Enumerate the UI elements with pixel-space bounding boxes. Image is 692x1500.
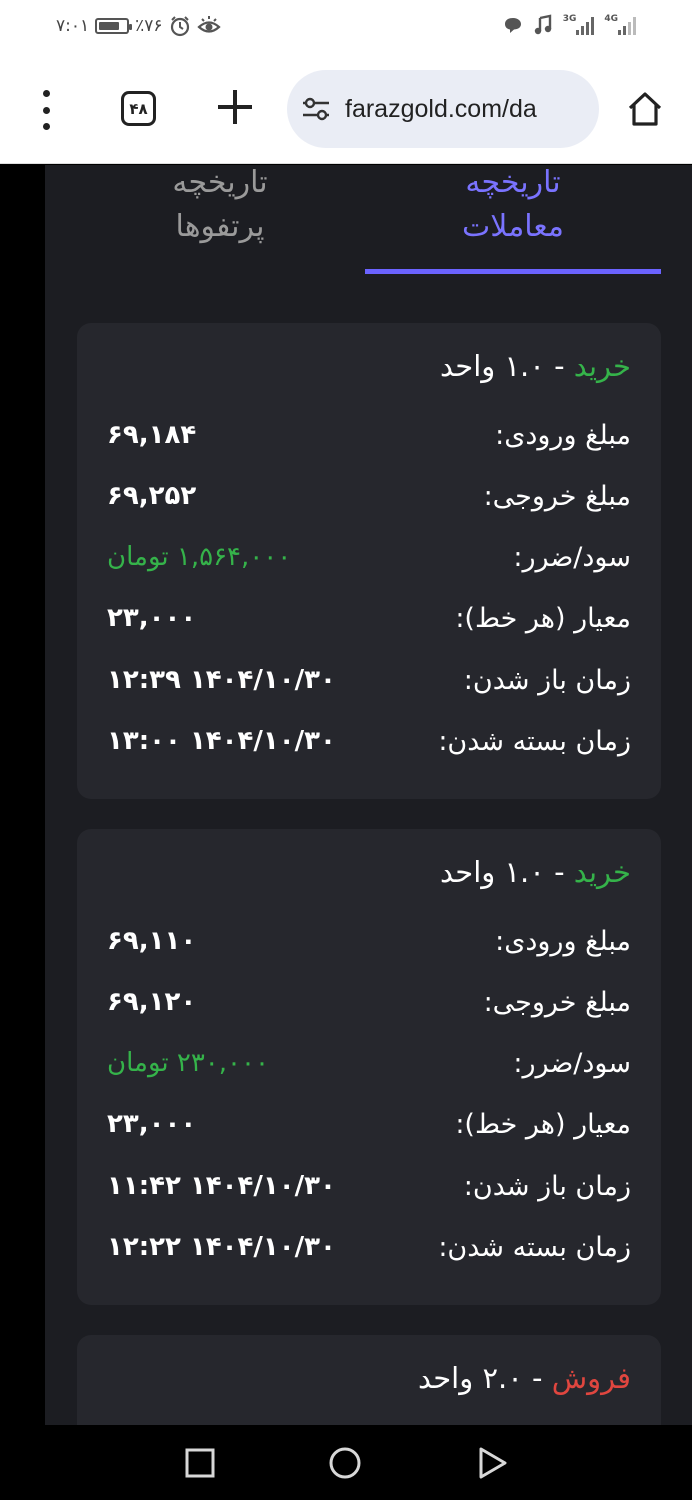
close-time-label: زمان بسته شدن:: [438, 725, 631, 757]
exit-value: ۶۹,۲۵۲: [107, 481, 197, 511]
criterion-label: معیار (هر خط):: [455, 602, 631, 634]
status-right: 3G 4G: [503, 14, 636, 36]
trade-title: خرید - ۱.۰ واحد: [440, 349, 631, 383]
tab-portfolio-line2: پرتفوها: [175, 209, 265, 244]
exit-row: مبلغ خروجی: ۶۹,۲۵۲: [107, 476, 631, 516]
exit-label: مبلغ خروجی:: [483, 480, 631, 512]
trade-quantity: - ۱.۰ واحد: [440, 349, 574, 383]
url-text: farazgold.com/da: [345, 94, 537, 123]
system-nav-bar: [0, 1425, 692, 1500]
battery-icon: [95, 18, 133, 34]
history-tabs: تاریخچه معاملات تاریخچه پرتفوها: [45, 165, 692, 275]
active-tab-indicator: [365, 269, 661, 274]
site-settings-icon[interactable]: [301, 96, 331, 122]
criterion-value: ۲۳,۰۰۰: [107, 603, 197, 633]
home-nav-icon[interactable]: [328, 1446, 362, 1480]
signal-4g-icon: 4G: [604, 15, 636, 35]
trade-quantity: - ۱.۰ واحد: [440, 855, 574, 889]
tab-trades-line2: معاملات: [462, 209, 564, 244]
close-time-value: ۱۴۰۴/۱۰/۳۰ ۱۳:۰۰: [107, 726, 336, 756]
criterion-label: معیار (هر خط):: [455, 1108, 631, 1140]
trade-card: خرید - ۱.۰ واحد مبلغ ورودی: ۶۹,۱۱۰ مبلغ …: [77, 829, 661, 1305]
tab-portfolio-history[interactable]: تاریخچه پرتفوها: [75, 165, 365, 271]
home-icon[interactable]: [626, 90, 664, 128]
eye-comfort-icon: [196, 16, 221, 33]
entry-row: مبلغ ورودی: ۶۹,۱۸۴: [107, 415, 631, 455]
pnl-value: ۲۳۰,۰۰۰ تومان: [107, 1048, 269, 1078]
open-time-value: ۱۴۰۴/۱۰/۳۰ ۱۲:۳۹: [107, 665, 336, 695]
more-menu-icon[interactable]: [38, 90, 54, 130]
open-time-value: ۱۴۰۴/۱۰/۳۰ ۱۱:۴۲: [107, 1171, 336, 1201]
browser-toolbar: ۴۸ farazgold.com/da: [0, 54, 692, 164]
pnl-row: سود/ضرر: ۱,۵۶۴,۰۰۰ تومان: [107, 537, 631, 577]
exit-label: مبلغ خروجی:: [483, 986, 631, 1018]
pnl-label: سود/ضرر:: [513, 541, 631, 573]
url-bar[interactable]: farazgold.com/da: [287, 70, 599, 148]
tab-trades-history[interactable]: تاریخچه معاملات: [365, 165, 661, 271]
music-icon: [534, 14, 551, 35]
trade-history-page: تاریخچه معاملات تاریخچه پرتفوها خرید - ۱…: [45, 165, 692, 1425]
criterion-value: ۲۳,۰۰۰: [107, 1109, 197, 1139]
trade-side: خرید: [573, 855, 631, 889]
close-time-label: زمان بسته شدن:: [438, 1231, 631, 1263]
pnl-value: ۱,۵۶۴,۰۰۰ تومان: [107, 542, 292, 572]
close-time-value: ۱۴۰۴/۱۰/۳۰ ۱۲:۲۲: [107, 1232, 336, 1262]
tab-portfolio-line1: تاریخچه: [172, 165, 268, 200]
trade-card: فروش - ۲.۰ واحد: [77, 1335, 661, 1425]
battery-percent: ٪۷۶: [135, 16, 163, 36]
clock: ۷:۰۱: [56, 16, 90, 36]
entry-label: مبلغ ورودی:: [495, 419, 631, 451]
tab-trades-line1: تاریخچه: [465, 165, 561, 200]
close-time-row: زمان بسته شدن: ۱۴۰۴/۱۰/۳۰ ۱۳:۰۰: [107, 721, 631, 761]
recent-apps-icon[interactable]: [183, 1446, 217, 1480]
chat-icon: [504, 18, 521, 33]
trade-side: خرید: [573, 349, 631, 383]
trade-side: فروش: [551, 1361, 631, 1395]
pnl-row: سود/ضرر: ۲۳۰,۰۰۰ تومان: [107, 1043, 631, 1083]
open-time-label: زمان باز شدن:: [463, 664, 631, 696]
open-time-row: زمان باز شدن: ۱۴۰۴/۱۰/۳۰ ۱۲:۳۹: [107, 660, 631, 700]
back-icon[interactable]: [475, 1446, 509, 1480]
entry-label: مبلغ ورودی:: [495, 925, 631, 957]
trade-title: خرید - ۱.۰ واحد: [440, 855, 631, 889]
status-left: ۷:۰۱ ٪۷۶: [56, 15, 221, 37]
entry-row: مبلغ ورودی: ۶۹,۱۱۰: [107, 921, 631, 961]
open-time-label: زمان باز شدن:: [463, 1170, 631, 1202]
new-tab-button[interactable]: [216, 88, 254, 126]
criterion-row: معیار (هر خط): ۲۳,۰۰۰: [107, 1104, 631, 1144]
close-time-row: زمان بسته شدن: ۱۴۰۴/۱۰/۳۰ ۱۲:۲۲: [107, 1227, 631, 1267]
trade-quantity: - ۲.۰ واحد: [418, 1361, 552, 1395]
alarm-icon: [170, 16, 189, 37]
trade-card: خرید - ۱.۰ واحد مبلغ ورودی: ۶۹,۱۸۴ مبلغ …: [77, 323, 661, 799]
open-time-row: زمان باز شدن: ۱۴۰۴/۱۰/۳۰ ۱۱:۴۲: [107, 1166, 631, 1206]
tab-switcher-button[interactable]: ۴۸: [121, 91, 156, 126]
entry-value: ۶۹,۱۱۰: [107, 926, 197, 956]
pnl-label: سود/ضرر:: [513, 1047, 631, 1079]
trade-title: فروش - ۲.۰ واحد: [418, 1361, 631, 1395]
exit-row: مبلغ خروجی: ۶۹,۱۲۰: [107, 982, 631, 1022]
criterion-row: معیار (هر خط): ۲۳,۰۰۰: [107, 598, 631, 638]
signal-3g-icon: 3G: [563, 15, 595, 35]
exit-value: ۶۹,۱۲۰: [107, 987, 197, 1017]
status-bar: ۷:۰۱ ٪۷۶ 3G 4G: [0, 0, 692, 54]
entry-value: ۶۹,۱۸۴: [107, 420, 197, 450]
